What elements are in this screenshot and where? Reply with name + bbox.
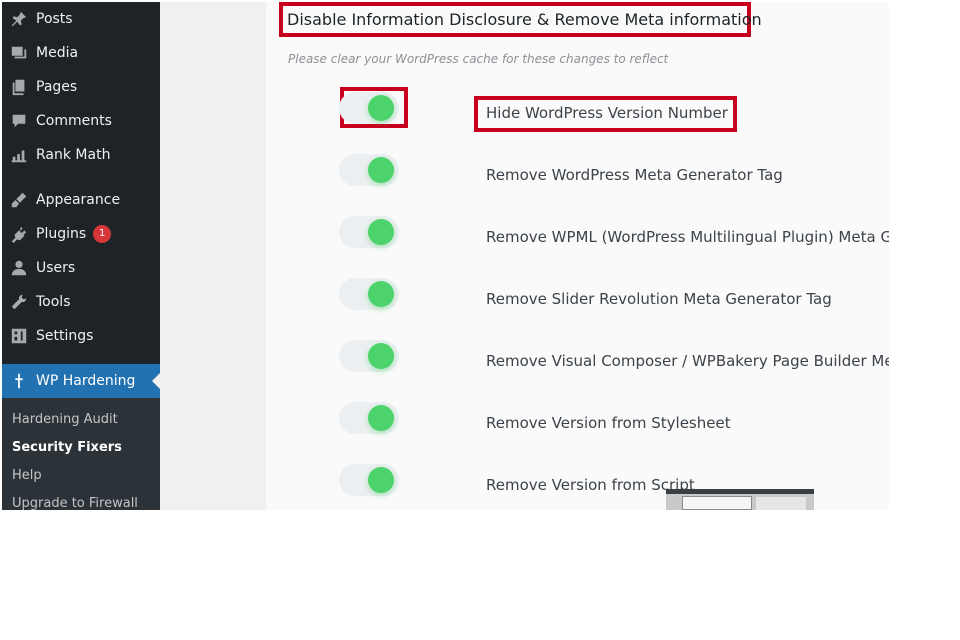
sidebar-item-tools[interactable]: Tools <box>2 285 160 319</box>
sidebar-item-label: Media <box>36 45 79 61</box>
thumbnail-titlebar <box>666 489 814 494</box>
sidebar-item-label: Pages <box>36 79 78 95</box>
sidebar-item-wp-hardening[interactable]: WP Hardening <box>2 364 160 398</box>
toggle-knob <box>368 467 394 493</box>
option-label: Remove Slider Revolution Meta Generator … <box>486 290 832 308</box>
submenu-item-security-fixers[interactable]: Security Fixers <box>12 440 122 455</box>
sidebar-item-plugins[interactable]: Plugins 1 <box>2 217 160 251</box>
submenu-item-help[interactable]: Help <box>12 468 42 483</box>
sidebar-item-label: Plugins <box>36 226 87 242</box>
chart-icon <box>10 146 28 164</box>
option-label: Remove Version from Script <box>486 476 695 494</box>
settings-icon <box>10 327 28 345</box>
sidebar-item-label: Comments <box>36 113 112 129</box>
brush-icon <box>10 191 28 209</box>
toggle-knob <box>368 95 394 121</box>
option-label: Remove Version from Stylesheet <box>486 414 731 432</box>
media-icon <box>10 44 28 62</box>
toggle-remove-wpml-meta[interactable] <box>339 216 399 248</box>
sidebar-item-label: Settings <box>36 328 94 344</box>
toggle-knob <box>368 281 394 307</box>
submenu-item-hardening-audit[interactable]: Hardening Audit <box>12 412 118 427</box>
toggle-knob <box>368 405 394 431</box>
screenshot-area: Posts Media Pages Comments Rank Math App… <box>2 2 889 510</box>
toggle-remove-meta-generator[interactable] <box>339 154 399 186</box>
option-label: Remove WPML (WordPress Multilingual Plug… <box>486 228 889 246</box>
admin-sidebar: Posts Media Pages Comments Rank Math App… <box>2 2 160 510</box>
sidebar-item-users[interactable]: Users <box>2 251 160 285</box>
sidebar-item-comments[interactable]: Comments <box>2 104 160 138</box>
toggle-remove-slider-revolution-meta[interactable] <box>339 278 399 310</box>
wp-hardening-submenu: Hardening Audit Security Fixers Help Upg… <box>2 398 160 510</box>
thumbnail-window <box>682 496 752 510</box>
section-title: Disable Information Disclosure & Remove … <box>287 10 762 29</box>
toggle-remove-version-script[interactable] <box>339 464 399 496</box>
sidebar-item-rank-math[interactable]: Rank Math <box>2 138 160 172</box>
toggle-hide-wp-version[interactable] <box>339 92 399 124</box>
sidebar-item-label: WP Hardening <box>36 373 136 389</box>
overlay-thumbnail <box>666 489 814 510</box>
sidebar-item-appearance[interactable]: Appearance <box>2 183 160 217</box>
pages-icon <box>10 78 28 96</box>
shield-icon <box>10 372 28 390</box>
sidebar-item-label: Tools <box>36 294 71 310</box>
sidebar-item-label: Rank Math <box>36 147 111 163</box>
pin-icon <box>10 10 28 28</box>
thumbnail-window-secondary <box>756 497 806 510</box>
wrench-icon <box>10 293 28 311</box>
option-label: Remove WordPress Meta Generator Tag <box>486 166 783 184</box>
submenu-item-upgrade-to-firewall[interactable]: Upgrade to Firewall <box>12 496 138 510</box>
comment-icon <box>10 112 28 130</box>
sidebar-item-label: Posts <box>36 11 73 27</box>
sidebar-item-posts[interactable]: Posts <box>2 2 160 36</box>
plugin-icon <box>10 225 28 243</box>
user-icon <box>10 259 28 277</box>
sidebar-item-pages[interactable]: Pages <box>2 70 160 104</box>
sidebar-item-label: Users <box>36 260 76 276</box>
sidebar-item-label: Appearance <box>36 192 121 208</box>
option-label: Remove Visual Composer / WPBakery Page B… <box>486 352 889 370</box>
toggle-remove-visual-composer-meta[interactable] <box>339 340 399 372</box>
plugins-update-badge: 1 <box>93 225 112 243</box>
toggle-knob <box>368 219 394 245</box>
toggle-knob <box>368 343 394 369</box>
sidebar-item-media[interactable]: Media <box>2 36 160 70</box>
option-label: Hide WordPress Version Number <box>486 104 728 122</box>
sidebar-item-settings[interactable]: Settings <box>2 319 160 353</box>
cache-notice: Please clear your WordPress cache for th… <box>288 52 669 66</box>
toggle-remove-version-stylesheet[interactable] <box>339 402 399 434</box>
toggle-knob <box>368 157 394 183</box>
